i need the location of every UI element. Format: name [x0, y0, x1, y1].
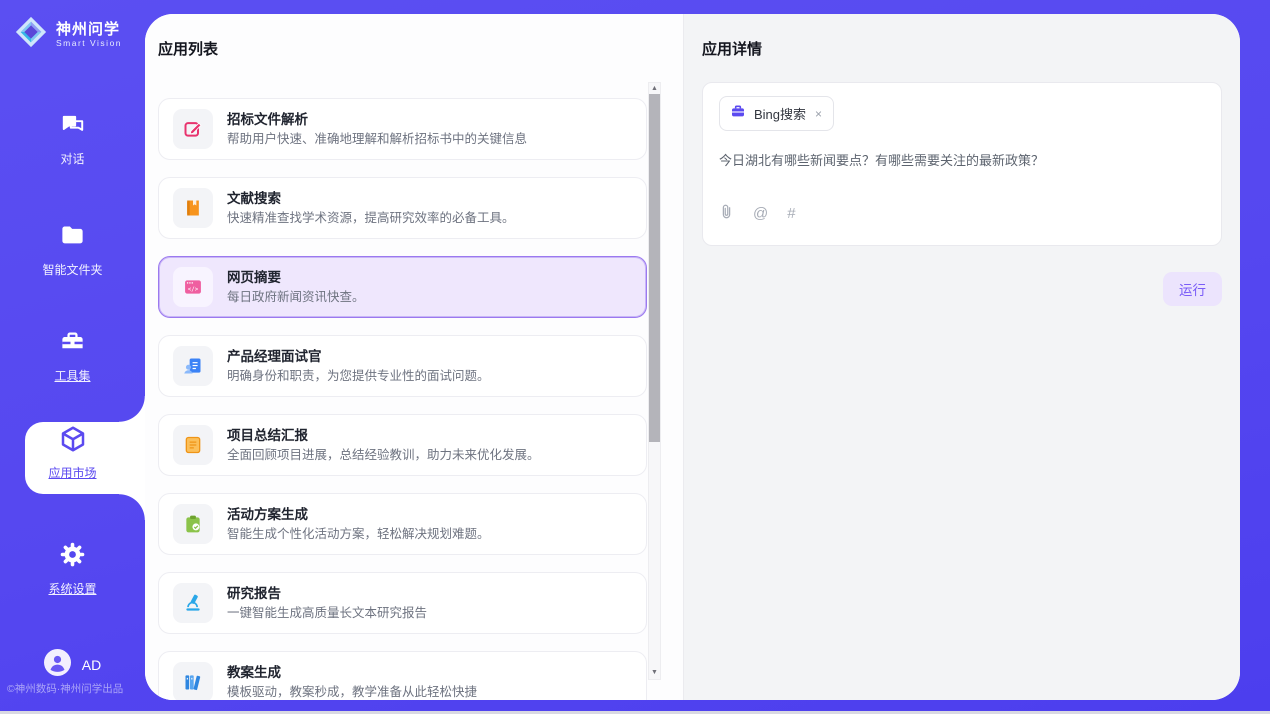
run-button[interactable]: 运行	[1163, 272, 1222, 306]
sidebar-item-toolset[interactable]: 工具集	[0, 328, 145, 384]
app-card-project-summary[interactable]: 项目总结汇报 全面回顾项目进展，总结经验教训，助力未来优化发展。	[158, 414, 647, 476]
brand-name: 神州问学	[56, 21, 122, 38]
user-account[interactable]: AD	[0, 649, 145, 681]
app-card-web-summary[interactable]: </> 网页摘要 每日政府新闻资讯快查。	[158, 256, 647, 318]
app-card-bid-parse[interactable]: 招标文件解析 帮助用户快速、准确地理解和解析招标书中的关键信息	[158, 98, 647, 160]
app-title: 招标文件解析	[227, 111, 527, 128]
paperclip-icon[interactable]	[719, 203, 734, 225]
hash-icon[interactable]: #	[787, 206, 795, 222]
memo-icon	[173, 425, 213, 465]
edit-square-icon	[173, 109, 213, 149]
sidebar-item-smart-folder[interactable]: 智能文件夹	[0, 222, 145, 278]
close-icon[interactable]: ×	[814, 107, 823, 121]
app-desc: 一键智能生成高质量长文本研究报告	[227, 605, 427, 621]
microscope-icon	[173, 583, 213, 623]
app-card-literature-search[interactable]: 文献搜索 快速精准查找学术资源，提高研究效率的必备工具。	[158, 177, 647, 239]
app-desc: 模板驱动，教案秒成，教学准备从此轻松快捷	[227, 684, 477, 700]
clipboard-check-icon	[173, 504, 213, 544]
scrollbar[interactable]: ▲ ▼	[648, 82, 661, 680]
app-desc: 每日政府新闻资讯快查。	[227, 289, 365, 305]
app-title: 网页摘要	[227, 269, 365, 286]
scroll-down-icon[interactable]: ▼	[649, 668, 660, 678]
sidebar-item-settings[interactable]: 系统设置	[0, 541, 145, 597]
cube-icon	[58, 424, 88, 459]
app-card-research-report[interactable]: 研究报告 一键智能生成高质量长文本研究报告	[158, 572, 647, 634]
app-detail-panel: 应用详情 Bing搜索 × 今日湖北有哪些新闻要点？有哪些需要关注的最新政策？	[683, 14, 1240, 700]
attachment-toolbar: @ #	[719, 203, 1205, 225]
brand-diamond-icon	[14, 15, 48, 54]
app-card-pm-interviewer[interactable]: 产品经理面试官 明确身份和职责，为您提供专业性的面试问题。	[158, 335, 647, 397]
sidebar-item-label: 系统设置	[48, 580, 96, 597]
brand-subtitle: Smart Vision	[56, 38, 122, 49]
app-list: 招标文件解析 帮助用户快速、准确地理解和解析招标书中的关键信息 文献搜索 快速精…	[158, 98, 647, 700]
books-icon	[173, 662, 213, 700]
prompt-card[interactable]: Bing搜索 × 今日湖北有哪些新闻要点？有哪些需要关注的最新政策？ @ #	[702, 82, 1222, 246]
app-title: 项目总结汇报	[227, 427, 540, 444]
tool-chip-label: Bing搜索	[754, 104, 806, 123]
content-panel: 应用列表 招标文件解析 帮助用户快速、准确地理解和解析招标书中的关键信息	[145, 14, 1240, 700]
sidebar-item-chat[interactable]: 对话	[0, 112, 145, 167]
sidebar-item-app-market[interactable]: 应用市场	[0, 424, 145, 481]
interviewer-icon	[173, 346, 213, 386]
run-row: 运行	[702, 272, 1222, 306]
copyright-footer: ©神州数码·神州问学出品	[7, 681, 145, 696]
toolbox-icon	[59, 328, 86, 360]
user-initials: AD	[82, 657, 101, 673]
folder-icon	[59, 222, 86, 254]
app-desc: 智能生成个性化活动方案，轻松解决规划难题。	[227, 526, 490, 542]
gear-icon	[59, 541, 86, 573]
tool-chip-bing-search[interactable]: Bing搜索 ×	[719, 96, 834, 131]
mention-icon[interactable]: @	[753, 206, 768, 222]
svg-text:</>: </>	[188, 287, 199, 293]
app-list-title: 应用列表	[158, 40, 683, 60]
brand-logo: 神州问学 Smart Vision	[0, 0, 145, 54]
app-title: 教案生成	[227, 664, 477, 681]
sidebar: 神州问学 Smart Vision 对话 智能文件夹	[0, 0, 145, 714]
app-desc: 全面回顾项目进展，总结经验教训，助力未来优化发展。	[227, 447, 540, 463]
sidebar-item-label: 对话	[60, 150, 84, 167]
sidebar-item-label: 工具集	[54, 367, 90, 384]
chat-icon	[60, 112, 86, 143]
app-desc: 快速精准查找学术资源，提高研究效率的必备工具。	[227, 210, 515, 226]
scrollbar-thumb[interactable]	[649, 94, 660, 442]
app-desc: 帮助用户快速、准确地理解和解析招标书中的关键信息	[227, 131, 527, 147]
scroll-up-icon[interactable]: ▲	[649, 84, 660, 94]
app-title: 研究报告	[227, 585, 427, 602]
sidebar-item-label: 应用市场	[48, 464, 96, 481]
app-card-event-plan[interactable]: 活动方案生成 智能生成个性化活动方案，轻松解决规划难题。	[158, 493, 647, 555]
app-title: 文献搜索	[227, 190, 515, 207]
app-title: 活动方案生成	[227, 506, 490, 523]
book-icon	[173, 188, 213, 228]
avatar	[44, 649, 71, 681]
app-card-lesson-plan[interactable]: 教案生成 模板驱动，教案秒成，教学准备从此轻松快捷	[158, 651, 647, 700]
app-desc: 明确身份和职责，为您提供专业性的面试问题。	[227, 368, 490, 384]
briefcase-icon	[730, 103, 746, 124]
query-text[interactable]: 今日湖北有哪些新闻要点？有哪些需要关注的最新政策？	[719, 152, 1205, 170]
browser-code-icon: </>	[173, 267, 213, 307]
app-title: 产品经理面试官	[227, 348, 490, 365]
app-list-panel: 应用列表 招标文件解析 帮助用户快速、准确地理解和解析招标书中的关键信息	[145, 14, 683, 700]
sidebar-item-label: 智能文件夹	[42, 261, 102, 278]
app-detail-title: 应用详情	[702, 40, 1222, 60]
